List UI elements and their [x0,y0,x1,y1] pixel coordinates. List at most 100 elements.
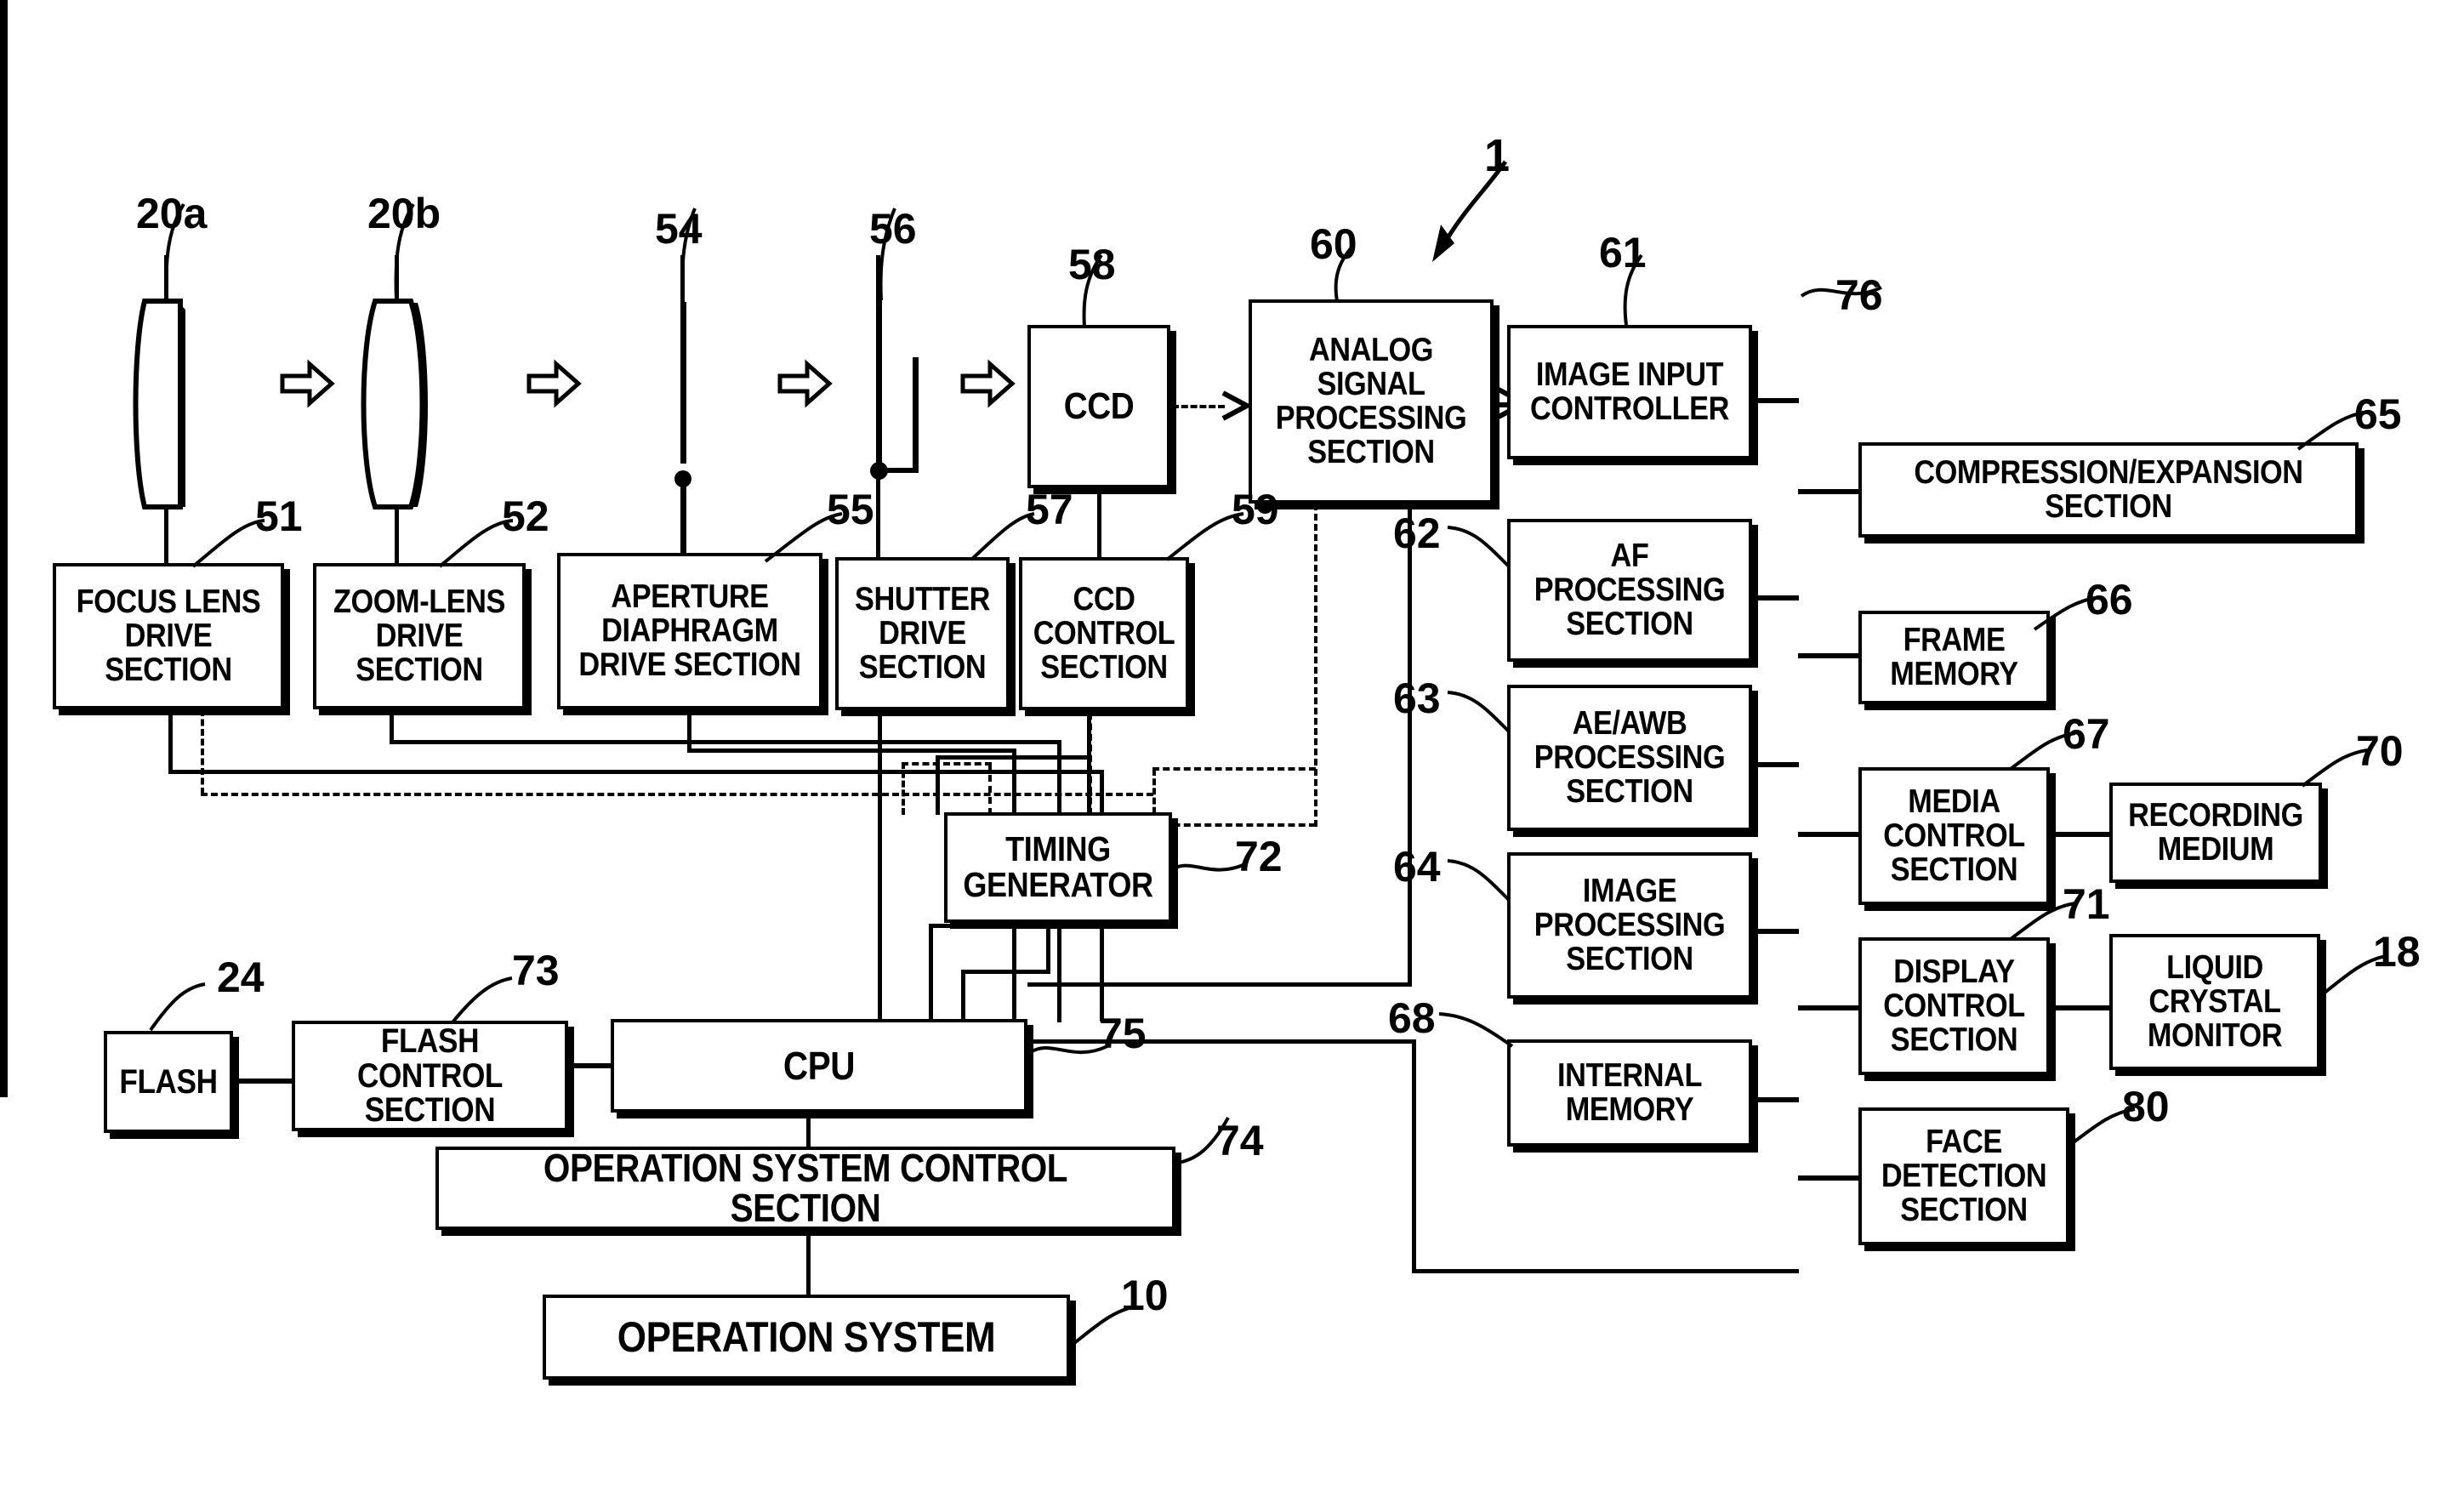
dashed-long-left-run [201,793,1153,796]
ref-52: 52 [502,492,549,540]
ref-67: 67 [2063,710,2110,758]
leader-24 [149,982,208,1033]
light-path-arrow-icon-3 [777,359,833,408]
ref-66: 66 [2086,576,2133,623]
dashed-asp-down [1314,504,1317,827]
media-control-section-block[interactable]: MEDIA CONTROL SECTION [1858,767,2050,905]
focus-lens-element [128,298,204,510]
ref-75: 75 [1099,1010,1147,1057]
ref-20a: 20a [136,190,208,237]
ref-18: 18 [2373,928,2421,976]
wire-tg-bottom-down [1046,921,1050,974]
leader-73 [451,976,515,1026]
zoom-lens-drive-section-block[interactable]: ZOOM-LENS DRIVE SECTION [313,563,526,709]
ref-63: 63 [1393,675,1441,722]
flash-block[interactable]: FLASH [104,1031,233,1133]
compression-expansion-section-block[interactable]: COMPRESSION/EXPANSION SECTION [1858,442,2359,538]
bus-stub-face-detection [1798,1175,1863,1181]
face-detection-section-block[interactable]: FACE DETECTION SECTION [1858,1107,2069,1245]
ref-68: 68 [1388,994,1436,1042]
wire-tg-left-over [936,755,1091,760]
flash-to-flashcontrol-line [231,1079,294,1084]
bus-stub-media-control [1798,832,1863,837]
shutter-blade-left [876,299,882,470]
shutter-blade-right [913,357,919,472]
wire-tg-bottom-to-cpu [961,970,965,1022]
ref-device-1: 1 [1484,130,1511,181]
aperture-pivot-dot [674,470,691,487]
media-to-recording-line [2048,832,2113,837]
image-input-controller-block[interactable]: IMAGE INPUT CONTROLLER [1507,325,1752,459]
recording-medium-block[interactable]: RECORDING MEDIUM [2109,783,2322,883]
zoom-lens-stem-bottom [395,507,399,565]
leader-62 [1446,526,1512,570]
ccd-to-analog-arrowhead [1221,390,1253,421]
light-path-arrow-icon-4 [960,359,1016,408]
cpu-to-oscs-line [806,1111,811,1148]
system-bus-76 [0,0,8,1097]
light-path-arrow-icon-1 [280,359,335,408]
bus-stub-af [1752,595,1799,601]
flash-control-section-block[interactable]: FLASH CONTROL SECTION [292,1021,568,1131]
display-control-section-block[interactable]: DISPLAY CONTROL SECTION [1858,937,2050,1075]
ref-59: 59 [1232,486,1279,533]
ccd-to-analog-dashed [1172,405,1225,408]
light-path-arrow-icon-2 [526,359,582,408]
operation-system-block[interactable]: OPERATION SYSTEM [543,1295,1070,1380]
wire-focus-across [168,770,1104,774]
liquid-crystal-monitor-block[interactable]: LIQUID CRYSTAL MONITOR [2109,934,2320,1070]
ref-57: 57 [1026,486,1073,533]
wire-aperture-down [687,709,691,752]
wire-aperture-across [687,748,1015,753]
focus-lens-drive-section-block[interactable]: FOCUS LENS DRIVE SECTION [53,563,284,709]
bus-stub-display-control [1798,1005,1863,1010]
wire-cpu-right-to-bus [1412,1269,1799,1273]
ccd-block[interactable]: CCD [1027,325,1170,488]
leader-68 [1437,1012,1516,1051]
ae-awb-processing-section-block[interactable]: AE/AWB PROCESSING SECTION [1507,685,1752,831]
dashed-tg-branch1 [988,764,992,815]
ref-24: 24 [217,953,265,1001]
wire-cpu-to-asp-v [1408,504,1412,984]
bus-stub-frame-memory [1798,653,1863,658]
dashed-zoom-drop [201,709,204,794]
dashed-tg-right-top [1152,767,1316,771]
internal-memory-block[interactable]: INTERNAL MEMORY [1507,1039,1752,1147]
ref-80: 80 [2122,1083,2170,1130]
wire-cpu-right-down [1412,1039,1416,1273]
flashcontrol-to-cpu-line [566,1063,614,1068]
timing-generator-block[interactable]: TIMING GENERATOR [944,812,1172,923]
wire-zoom-across [390,740,1061,744]
ref-76: 76 [1835,271,1883,319]
ref-62: 62 [1393,509,1441,557]
ref-65: 65 [2354,390,2402,438]
ref-20b: 20b [367,190,441,237]
analog-signal-processing-block[interactable]: ANALOG SIGNAL PROCESSING SECTION [1249,299,1494,504]
image-processing-section-block[interactable]: IMAGE PROCESSING SECTION [1507,852,1752,999]
aperture-blade-upper [680,302,686,464]
ref-71: 71 [2063,880,2110,928]
cpu-block[interactable]: CPU [611,1019,1027,1113]
shutter-drive-section-block[interactable]: SHUTTER DRIVE SECTION [835,557,1010,710]
ref-72: 72 [1235,833,1283,880]
ccd-control-section-block[interactable]: CCD CONTROL SECTION [1019,557,1189,710]
operation-system-control-section-block[interactable]: OPERATION SYSTEM CONTROL SECTION [435,1147,1175,1230]
wire-tg-left-up [936,757,940,815]
display-to-lcd-line [2048,1005,2113,1010]
wire-cpu-to-asp-h [1027,982,1412,987]
bus-stub-aeawb [1752,762,1799,767]
wire-zoom-down [390,709,394,743]
ref-58: 58 [1068,241,1116,288]
dashed-tg-ccdctrl [1089,713,1092,815]
frame-memory-block[interactable]: FRAME MEMORY [1858,611,2050,704]
ref-55: 55 [827,486,874,533]
ref-73: 73 [512,947,560,994]
aperture-diaphragm-drive-section-block[interactable]: APERTURE DIAPHRAGM DRIVE SECTION [557,553,822,709]
bus-stub-iic [1752,398,1799,403]
zoom-lens-element [353,298,442,510]
ccd-to-ccd-control-line [1097,488,1101,565]
af-processing-section-block[interactable]: AF PROCESSING SECTION [1507,519,1752,662]
ref-56: 56 [869,205,917,253]
wire-tg-bottom-left [961,970,1050,974]
wire-ccdctrl-across [929,924,1090,928]
